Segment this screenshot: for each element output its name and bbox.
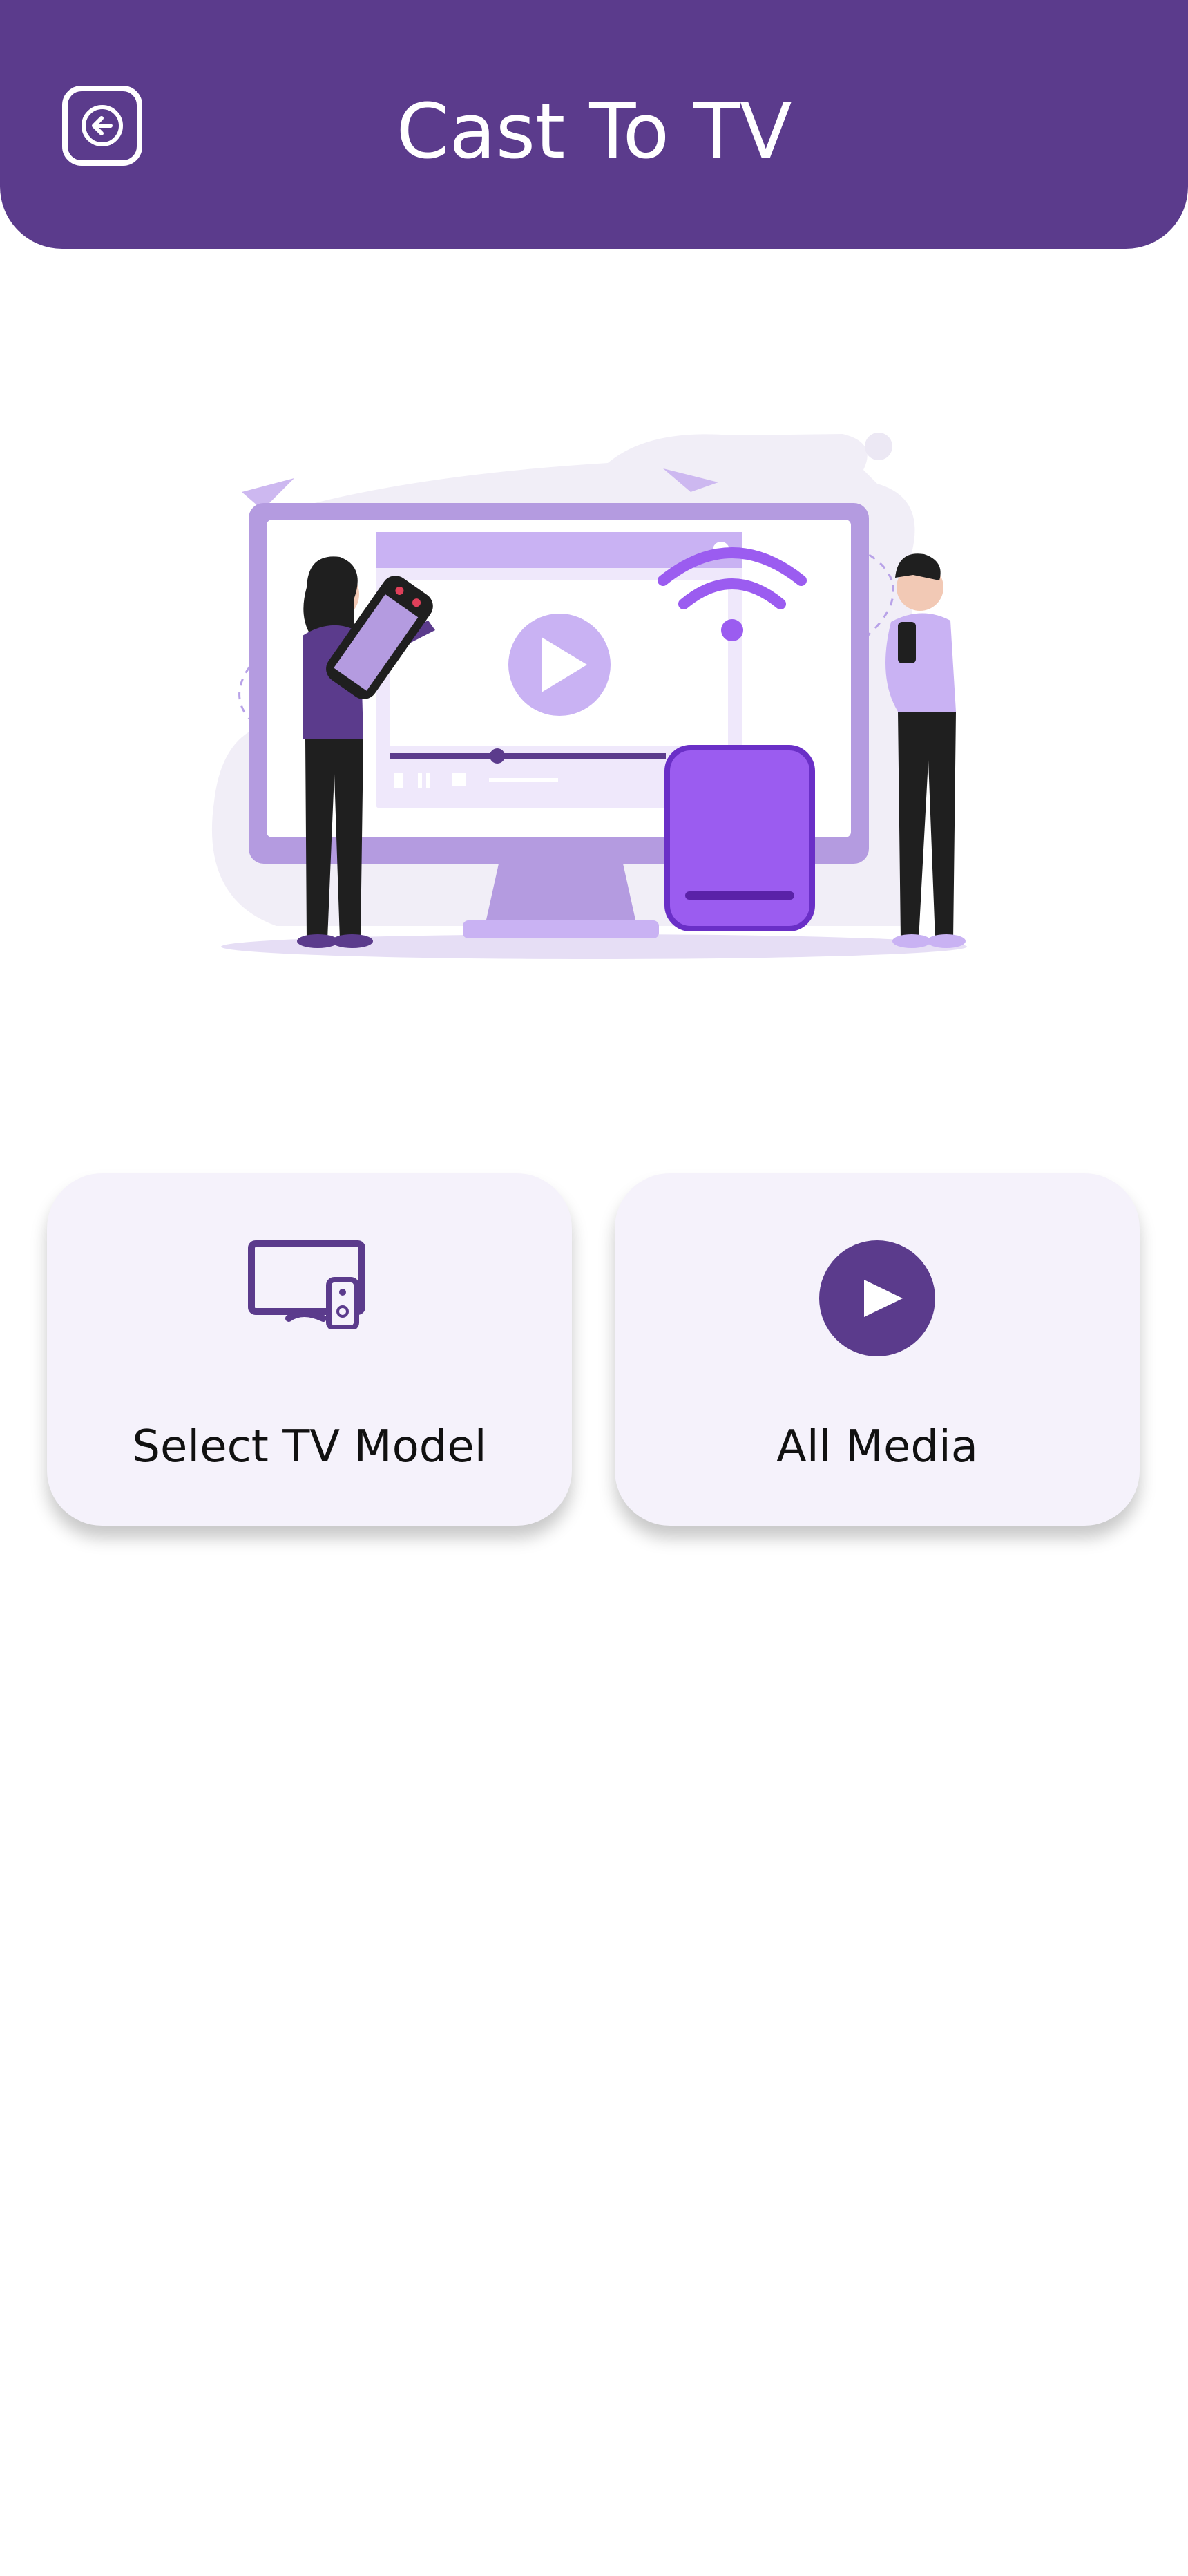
all-media-label: All Media — [776, 1421, 978, 1472]
page-title: Cast To TV — [396, 87, 792, 176]
casting-illustration — [180, 415, 1008, 981]
app-header: Cast To TV — [0, 0, 1188, 249]
play-circle-icon — [818, 1240, 936, 1361]
select-tv-model-card[interactable]: Select TV Model — [47, 1173, 572, 1526]
tv-remote-icon — [247, 1240, 372, 1333]
all-media-card[interactable]: All Media — [615, 1173, 1140, 1526]
select-tv-model-label: Select TV Model — [132, 1421, 487, 1472]
